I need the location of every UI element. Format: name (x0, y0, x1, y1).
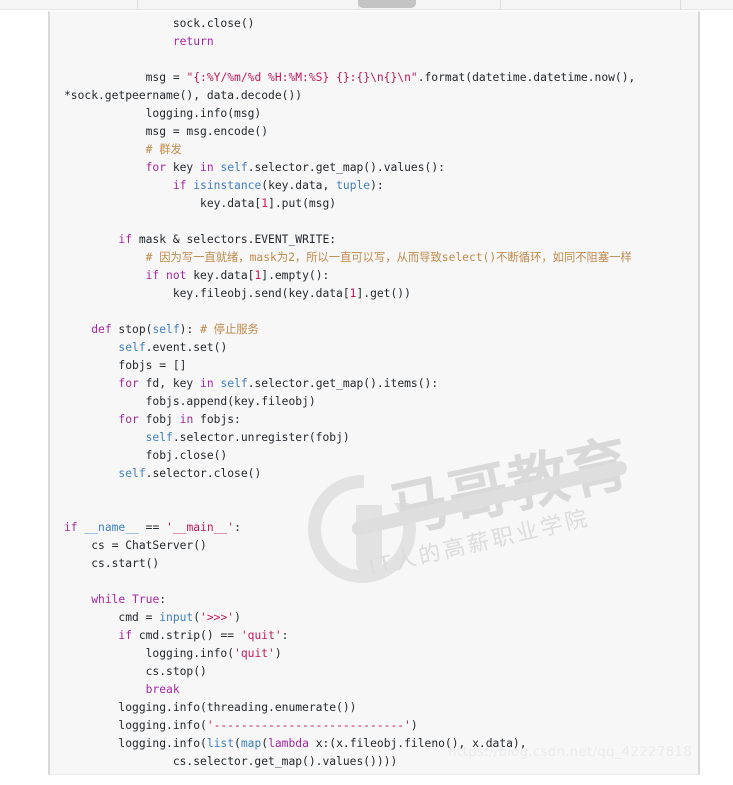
code-block: 马哥教育 IT人的高薪职业学院 sock.close() return msg … (48, 11, 700, 775)
toolbar-divider-3 (500, 0, 501, 9)
toolbar-divider-1 (137, 0, 138, 9)
toolbar-divider-4 (680, 0, 681, 9)
code-text[interactable]: sock.close() return msg = "{:%Y/%m/%d %H… (50, 15, 635, 771)
toolbar-button[interactable] (358, 0, 416, 8)
partial-toolbar-strip (0, 0, 733, 10)
